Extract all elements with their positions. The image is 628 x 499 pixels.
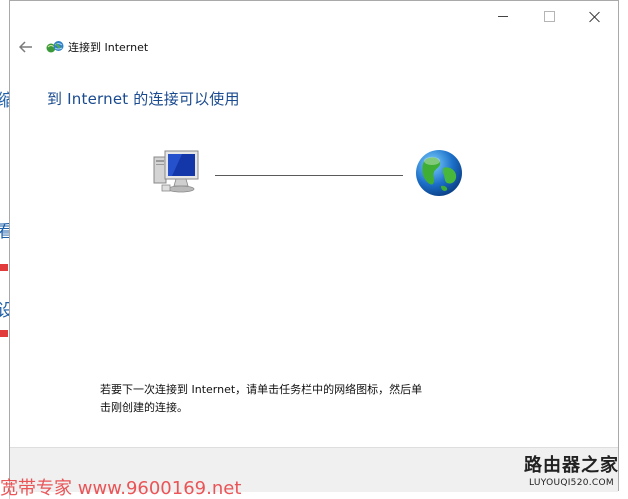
maximize-icon bbox=[543, 11, 555, 22]
minimize-icon bbox=[498, 16, 508, 17]
page-heading: 到 Internet 的连接可以使用 bbox=[47, 90, 240, 108]
watermark-left: 宽带专家 www.9600169.net bbox=[0, 478, 242, 499]
watermark-right-title: 路由器之家 bbox=[524, 455, 619, 476]
close-button[interactable] bbox=[572, 1, 618, 32]
back-button[interactable] bbox=[12, 34, 40, 60]
globe-icon bbox=[416, 150, 462, 196]
background-red-bar bbox=[0, 330, 8, 337]
connection-line bbox=[215, 175, 403, 176]
screenshot-stage: 缩 看 设 连接到 Internet 到 Internet 的连接可以使用 若要… bbox=[0, 0, 628, 499]
connect-to-internet-dialog: 连接到 Internet 到 Internet 的连接可以使用 若要下一次连接到… bbox=[9, 0, 619, 492]
back-arrow-icon bbox=[19, 41, 32, 53]
maximize-button[interactable] bbox=[526, 1, 572, 32]
instruction-line: 若要下一次连接到 Internet，请单击任务栏中的网络图标，然后单 bbox=[100, 383, 423, 396]
close-icon bbox=[589, 11, 601, 23]
background-red-bar bbox=[0, 264, 8, 271]
instruction-text: 若要下一次连接到 Internet，请单击任务栏中的网络图标，然后单 击刚创建的… bbox=[100, 381, 480, 417]
computer-icon bbox=[153, 150, 199, 193]
minimize-button[interactable] bbox=[480, 1, 526, 32]
instruction-line: 击刚创建的连接。 bbox=[100, 401, 188, 414]
watermark-right: 路由器之家 LUYOUQI520.COM bbox=[524, 455, 619, 489]
watermark-right-url: LUYOUQI520.COM bbox=[529, 478, 614, 488]
dialog-nav-title: 连接到 Internet bbox=[68, 41, 149, 54]
network-connection-icon bbox=[46, 41, 64, 53]
navigation-row: 连接到 Internet bbox=[10, 34, 148, 60]
